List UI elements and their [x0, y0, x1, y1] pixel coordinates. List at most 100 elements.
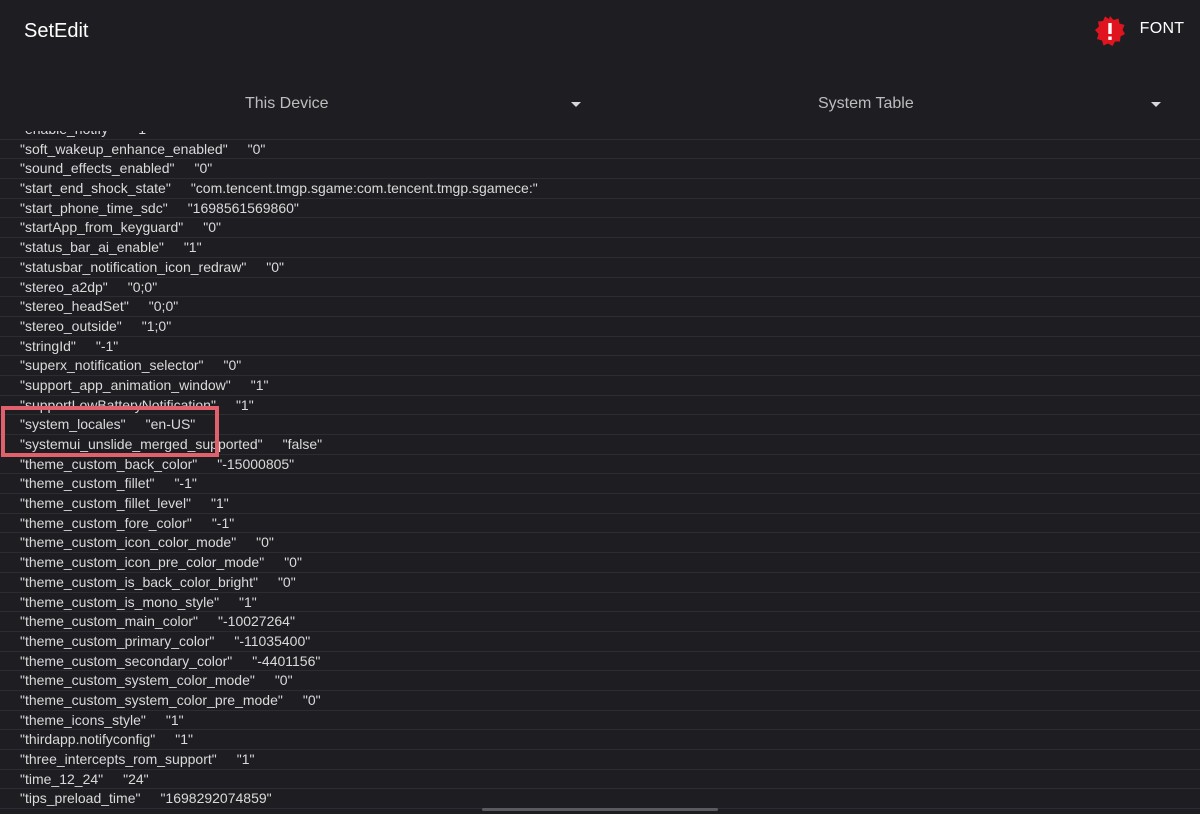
list-item[interactable]: "thirdapp.notifyconfig" "1" [0, 730, 1200, 750]
setting-key: "three_intercepts_rom_support" [20, 751, 217, 767]
list-item[interactable]: "superx_notification_selector" "0" [0, 356, 1200, 376]
list-item[interactable]: "stringId" "-1" [0, 337, 1200, 357]
setting-value: "false" [282, 436, 323, 452]
setting-key: "theme_custom_is_mono_style" [20, 593, 220, 610]
setting-key: "statusbar_notification_icon_redraw" [20, 258, 247, 275]
list-item[interactable]: "enable_notify" "1" [0, 131, 1200, 140]
list-item[interactable]: "stereo_outside" "1;0" [0, 317, 1200, 337]
setting-value: "0;0" [127, 278, 158, 295]
setting-key: "system_locales" [20, 416, 126, 433]
setting-value: "0" [223, 357, 242, 374]
table-selector[interactable]: System Table [600, 84, 1180, 126]
list-item[interactable]: "system_locales" "en-US" [0, 415, 1200, 435]
setting-key: "superx_notification_selector" [20, 357, 204, 374]
setting-value: "1" [211, 495, 229, 512]
setting-value: "0" [302, 691, 321, 708]
list-item[interactable]: "tips_preload_time" "1698292074859" [0, 789, 1200, 810]
setting-key: "theme_custom_icon_pre_color_mode" [20, 554, 265, 571]
setting-value: "1698561569860" [187, 199, 299, 216]
list-item[interactable]: "systemui_unslide_merged_supported" "fals… [0, 435, 1200, 455]
setting-key: "theme_custom_fillet" [20, 475, 155, 492]
setting-value: "1698292074859" [160, 790, 272, 807]
setting-key: "thirdapp.notifyconfig" [20, 731, 156, 748]
setting-key: "stringId" [20, 337, 76, 354]
setting-value: "0" [274, 672, 293, 689]
list-item[interactable]: "theme_custom_primary_color" "-11035400" [0, 632, 1200, 652]
setting-key: "theme_custom_primary_color" [20, 632, 215, 649]
setting-key: "status_bar_ai_enable" [20, 239, 164, 256]
list-item[interactable]: "theme_custom_is_mono_style" "1" [0, 593, 1200, 613]
list-item[interactable]: "theme_custom_fore_color" "-1" [0, 514, 1200, 534]
list-item[interactable]: "theme_custom_secondary_color" "-4401156" [0, 652, 1200, 672]
device-selector-label: This Device [245, 95, 329, 112]
setting-value: "1" [239, 593, 257, 610]
list-item[interactable]: "theme_custom_system_color_mode" "0" [0, 671, 1200, 691]
setting-value: "com.tencent.tmgp.sgame:com.tencent.tmgp… [190, 180, 538, 197]
device-selector[interactable]: This Device [0, 84, 596, 126]
setting-value: "-1" [95, 337, 119, 354]
setting-key: "supportLowBatteryNotification" [20, 396, 216, 413]
list-item[interactable]: "theme_custom_system_color_pre_mode" "0" [0, 691, 1200, 711]
app-title: SetEdit [24, 20, 89, 42]
setting-key: "sound_effects_enabled" [20, 160, 175, 177]
setting-value: "1" [235, 396, 254, 413]
list-item[interactable]: "theme_custom_main_color" "-10027264" [0, 612, 1200, 632]
setting-value: "1" [133, 131, 151, 139]
list-item[interactable]: "stereo_a2dp" "0;0" [0, 278, 1200, 298]
setting-value: "1" [175, 731, 193, 748]
list-item[interactable]: "time_12_24" "24" [0, 770, 1200, 790]
setting-value: "-1" [174, 475, 197, 492]
list-item[interactable]: "statusbar_notification_icon_redraw" "0" [0, 258, 1200, 278]
setting-value: "1" [183, 239, 202, 256]
setting-value: "-10027264" [218, 613, 295, 630]
setting-key: "enable_notify" [20, 131, 113, 139]
list-item[interactable]: "theme_custom_fillet_level" "1" [0, 494, 1200, 514]
list-item[interactable]: "soft_wakeup_enhance_enabled" "0" [0, 140, 1200, 160]
setting-key: "support_app_animation_window" [20, 376, 231, 393]
list-item[interactable]: "three_intercepts_rom_support" "1" [0, 750, 1200, 770]
setting-key: "tips_preload_time" [20, 790, 141, 807]
setting-value: "-4401156" [252, 652, 321, 669]
list-item[interactable]: "theme_custom_fillet" "-1" [0, 474, 1200, 495]
list-item[interactable]: "theme_custom_icon_pre_color_mode" "0" [0, 553, 1200, 573]
setting-key: "soft_wakeup_enhance_enabled" [20, 140, 228, 157]
setting-value: "0" [194, 160, 213, 177]
settings-list-content: "enable_notify""1""soft_wakeup_enhance_e… [0, 131, 1200, 810]
setting-value: "0" [266, 258, 285, 275]
setting-value: "0" [284, 554, 302, 571]
list-item[interactable]: "start_phone_time_sdc" "1698561569860" [0, 199, 1200, 219]
setting-key: "stereo_a2dp" [20, 278, 108, 295]
table-selector-label: System Table [818, 95, 914, 112]
setting-value: "1" [236, 751, 255, 767]
setting-key: "start_end_shock_state" [20, 180, 171, 197]
list-item[interactable]: "theme_custom_is_back_color_bright" "0" [0, 573, 1200, 593]
settings-list[interactable]: "enable_notify""1""soft_wakeup_enhance_e… [0, 131, 1200, 814]
setting-key: "theme_custom_fore_color" [20, 514, 192, 531]
setting-key: "stereo_outside" [20, 317, 122, 334]
list-item[interactable]: "supportLowBatteryNotification" "1" [0, 396, 1200, 416]
setting-value: "0" [203, 219, 221, 236]
list-item[interactable]: "stereo_headSet" "0;0" [0, 297, 1200, 317]
alert-badge-icon[interactable] [1094, 15, 1126, 47]
setting-key: "theme_custom_system_color_mode" [20, 672, 255, 689]
list-item[interactable]: "start_end_shock_state" "com.tencent.tmgp… [0, 179, 1200, 199]
list-item[interactable]: "theme_custom_back_color" "-15000805" [0, 455, 1200, 475]
list-item[interactable]: "support_app_animation_window" "1" [0, 376, 1200, 396]
setting-value: "-11035400" [234, 632, 311, 649]
setting-value: "-15000805" [217, 455, 295, 472]
setting-key: "theme_custom_secondary_color" [20, 652, 233, 669]
font-button[interactable]: FONT [1136, 20, 1188, 46]
setting-key: "theme_custom_main_color" [20, 613, 199, 630]
setting-value: "0" [247, 140, 266, 157]
list-item[interactable]: "theme_custom_icon_color_mode" "0" [0, 533, 1200, 554]
setting-key: "theme_custom_is_back_color_bright" [20, 573, 258, 590]
list-item[interactable]: "startApp_from_keyguard" "0" [0, 218, 1200, 239]
setting-key: "startApp_from_keyguard" [20, 219, 184, 236]
list-item[interactable]: "status_bar_ai_enable" "1" [0, 238, 1200, 258]
setting-key: "theme_icons_style" [20, 711, 146, 728]
setting-value: "-1" [211, 514, 235, 531]
setting-key: "theme_custom_system_color_pre_mode" [20, 691, 283, 708]
list-item[interactable]: "theme_icons_style" "1" [0, 711, 1200, 731]
setting-key: "theme_custom_back_color" [20, 455, 198, 472]
list-item[interactable]: "sound_effects_enabled" "0" [0, 159, 1200, 180]
